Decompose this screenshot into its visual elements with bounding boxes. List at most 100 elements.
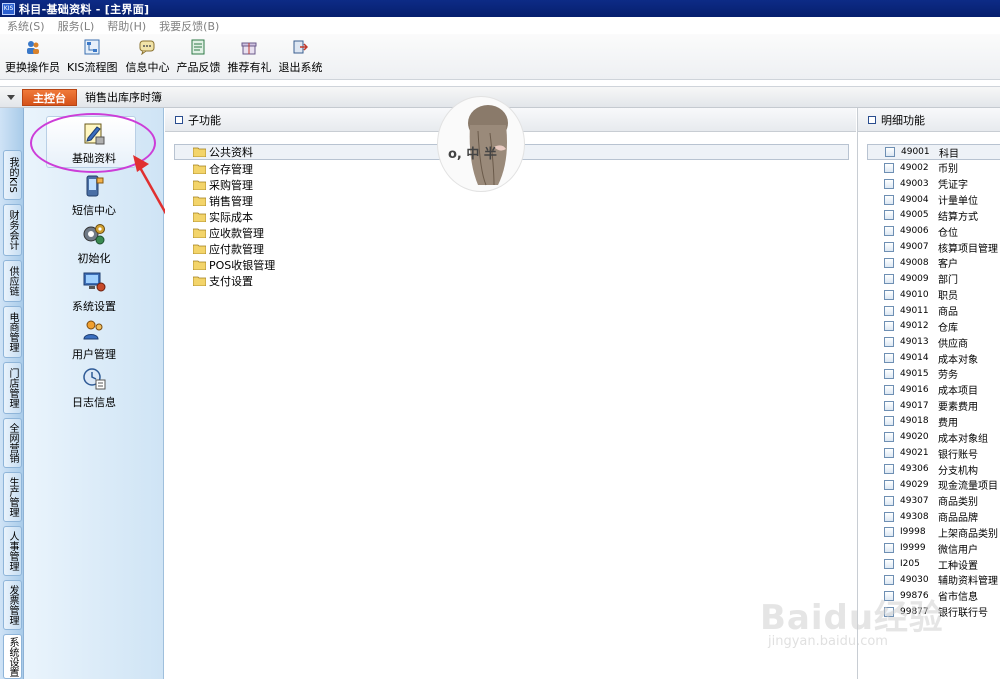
module-system-settings-label: 系统设置 <box>72 300 116 313</box>
detail-item[interactable]: 49006 仓位 <box>884 223 958 239</box>
detail-item-code: 49007 <box>900 242 929 253</box>
detail-item[interactable]: I9999 微信用户 <box>884 540 978 556</box>
side-tab-ecommerce[interactable]: 电商管理 <box>3 306 22 358</box>
tab-sales-outbound[interactable]: 销售出库序时簿 <box>85 89 162 105</box>
detail-item[interactable]: 49017 要素费用 <box>884 398 978 414</box>
exit-system-button[interactable]: 退出系统 <box>278 34 322 79</box>
sub-item-payables[interactable]: 应付款管理 <box>193 241 264 257</box>
sub-item-pos[interactable]: POS收银管理 <box>193 257 275 273</box>
change-operator-button[interactable]: 更换操作员 <box>5 34 60 79</box>
detail-item[interactable]: 49308 商品品牌 <box>884 509 978 525</box>
exit-icon <box>293 40 309 54</box>
detail-item[interactable]: 49010 职员 <box>884 287 958 303</box>
detail-item[interactable]: 49307 商品类别 <box>884 493 978 509</box>
detail-doc-icon <box>884 400 894 411</box>
detail-doc-icon <box>884 178 894 189</box>
tab-main-console[interactable]: 主控台 <box>22 88 77 106</box>
computer-settings-icon <box>83 272 106 292</box>
detail-item-code: 49005 <box>900 210 929 221</box>
baidu-logo-text: Baidu经验 <box>760 598 945 638</box>
detail-item[interactable]: 49011 商品 <box>884 303 958 319</box>
detail-item[interactable]: 49003 凭证字 <box>884 176 968 192</box>
side-tab-marketing[interactable]: 全网营销 <box>3 418 22 468</box>
detail-doc-icon <box>884 511 894 522</box>
side-tab-store[interactable]: 门店管理 <box>3 362 22 414</box>
detail-item-name: 仓位 <box>938 227 958 239</box>
module-log-info[interactable]: 日志信息 <box>24 366 164 410</box>
product-feedback-button[interactable]: 产品反馈 <box>176 34 220 79</box>
sub-item-sales[interactable]: 销售管理 <box>193 193 253 209</box>
sub-item-receivables[interactable]: 应收款管理 <box>193 225 264 241</box>
detail-doc-icon <box>885 147 895 157</box>
detail-item[interactable]: 49012 仓库 <box>884 318 958 334</box>
tab-dropdown-icon[interactable] <box>6 92 16 102</box>
side-tab-supply-chain[interactable]: 供应链 <box>3 260 22 302</box>
detail-item-code: 49010 <box>900 289 929 300</box>
detail-doc-icon <box>884 273 894 284</box>
detail-item-name: 成本对象组 <box>938 433 988 445</box>
detail-item[interactable]: 49013 供应商 <box>884 334 968 350</box>
menu-help[interactable]: 帮助(H) <box>107 18 146 34</box>
detail-item-name: 现金流量项目 <box>938 481 998 493</box>
detail-doc-icon <box>884 495 894 506</box>
side-tab-hr[interactable]: 人事管理 <box>3 526 22 576</box>
detail-item-name: 部门 <box>938 275 958 287</box>
detail-item-name: 分支机构 <box>938 465 978 477</box>
module-user-management[interactable]: 用户管理 <box>24 318 164 362</box>
menu-system[interactable]: 系统(S) <box>7 18 45 34</box>
side-tab-finance[interactable]: 财务会计 <box>3 204 22 256</box>
detail-item[interactable]: I9998 上架商品类别 <box>884 524 998 540</box>
detail-item[interactable]: 49014 成本对象 <box>884 350 978 366</box>
detail-item[interactable]: 49008 客户 <box>884 255 958 271</box>
sub-item-inventory[interactable]: 仓存管理 <box>193 161 253 177</box>
detail-item[interactable]: 49306 分支机构 <box>884 461 978 477</box>
module-sms-center-label: 短信中心 <box>72 204 116 217</box>
detail-item-code: 49308 <box>900 511 929 522</box>
folder-icon <box>193 212 206 222</box>
detail-doc-icon <box>884 368 894 379</box>
menu-feedback[interactable]: 我要反馈(B) <box>159 18 219 34</box>
detail-item[interactable]: 49018 费用 <box>884 413 958 429</box>
detail-item-code: I9998 <box>900 527 926 538</box>
detail-doc-icon <box>884 321 894 332</box>
detail-item[interactable]: 49001 科目 <box>867 144 1000 160</box>
sub-item-payment-settings[interactable]: 支付设置 <box>193 273 253 289</box>
detail-item[interactable]: 49029 现金流量项目 <box>884 477 998 493</box>
detail-item[interactable]: 49021 银行账号 <box>884 445 978 461</box>
avatar-text: o, 中 半 <box>448 147 497 162</box>
side-tab-production[interactable]: 生产管理 <box>3 472 22 522</box>
detail-item[interactable]: 49015 劳务 <box>884 366 958 382</box>
detail-item[interactable]: 49005 结算方式 <box>884 207 978 223</box>
sub-item-label: 销售管理 <box>209 195 253 208</box>
detail-function-title: 明细功能 <box>881 113 925 127</box>
side-tab-system-settings[interactable]: 系统设置 <box>3 634 22 679</box>
detail-item[interactable]: 49002 币别 <box>884 160 958 176</box>
detail-item[interactable]: 49020 成本对象组 <box>884 429 988 445</box>
side-tab-my-kis[interactable]: 我的KIS <box>3 150 22 200</box>
detail-item-name: 供应商 <box>938 338 968 350</box>
detail-doc-icon <box>884 432 894 443</box>
detail-doc-icon <box>884 384 894 395</box>
referral-gift-button[interactable]: 推荐有礼 <box>227 34 271 79</box>
detail-item[interactable]: 49009 部门 <box>884 271 958 287</box>
sub-item-actual-cost[interactable]: 实际成本 <box>193 209 253 225</box>
side-tab-invoice[interactable]: 发票管理 <box>3 580 22 630</box>
detail-item[interactable]: 49030 辅助资料管理 <box>884 572 998 588</box>
sub-item-label: 支付设置 <box>209 275 253 288</box>
detail-item[interactable]: 49004 计量单位 <box>884 192 978 208</box>
detail-item-name: 币别 <box>938 164 958 176</box>
detail-item[interactable]: 49007 核算项目管理 <box>884 239 998 255</box>
message-center-button[interactable]: 信息中心 <box>125 34 169 79</box>
baidu-watermark: Baidu经验 jingyan.baidu.com <box>760 590 1000 660</box>
detail-item[interactable]: I205 工种设置 <box>884 556 978 572</box>
sub-function-title: 子功能 <box>188 113 221 127</box>
sub-item-purchasing[interactable]: 采购管理 <box>193 177 253 193</box>
kis-flowchart-label: KIS流程图 <box>67 61 118 74</box>
kis-flowchart-button[interactable]: KIS流程图 <box>67 34 117 79</box>
detail-item[interactable]: 49016 成本项目 <box>884 382 978 398</box>
detail-item-code: 49029 <box>900 479 929 490</box>
detail-item-code: I205 <box>900 559 920 570</box>
detail-item-code: 49030 <box>900 574 929 585</box>
menu-service[interactable]: 服务(L) <box>58 18 95 34</box>
window-title: 科目-基础资料 - [主界面] <box>19 2 150 16</box>
